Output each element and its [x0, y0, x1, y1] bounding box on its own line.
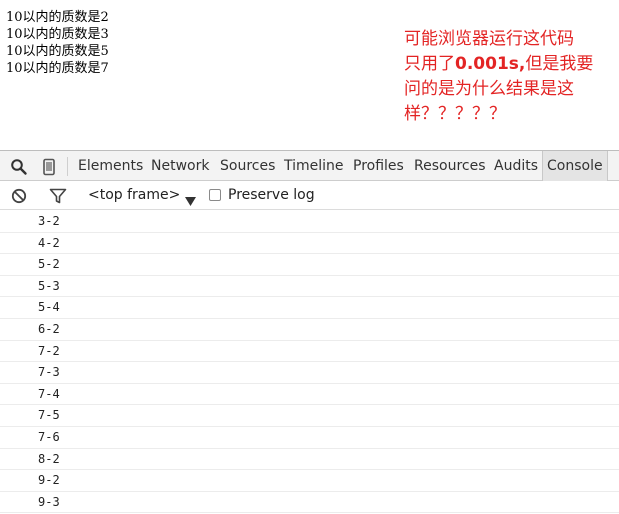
console-message: 3-2	[0, 211, 619, 233]
clear-console-icon[interactable]	[10, 187, 28, 205]
tab-console[interactable]: Console	[542, 151, 608, 181]
search-icon[interactable]	[10, 158, 28, 176]
console-message: 5-4	[0, 297, 619, 319]
output-line: 10以内的质数是5	[6, 44, 109, 59]
preserve-log-checkbox[interactable]	[209, 189, 221, 201]
console-message: 6-2	[0, 319, 619, 341]
note-line-1: 可能浏览器运行这代码	[404, 29, 574, 49]
tab-timeline[interactable]: Timeline	[284, 151, 344, 181]
note-line-2: 只用了0.001s,但是我要	[404, 52, 616, 77]
console-messages: 3-2 4-2 5-2 5-3 5-4 6-2 7-2 7-3 7-4 7-5 …	[0, 211, 619, 514]
console-message: 7-5	[0, 405, 619, 427]
output-line: 10以内的质数是7	[6, 61, 109, 76]
console-message: 7-2	[0, 341, 619, 363]
toolbar-divider	[67, 157, 68, 176]
output-line: 10以内的质数是3	[6, 27, 109, 42]
console-message: 8-2	[0, 449, 619, 471]
tab-profiles[interactable]: Profiles	[353, 151, 404, 181]
preserve-log-label[interactable]: Preserve log	[228, 181, 315, 209]
console-message: 7-6	[0, 427, 619, 449]
note-line-4: 样？？？？？	[404, 104, 506, 124]
tab-network[interactable]: Network	[151, 151, 209, 181]
console-message: 5-2	[0, 254, 619, 276]
note-line-2-bold: 0.001s,	[455, 54, 526, 74]
note-line-2-prefix: 只用了	[404, 54, 455, 74]
script-output: 10以内的质数是2 10以内的质数是3 10以内的质数是5 10以内的质数是7	[6, 9, 109, 77]
page-viewport: 10以内的质数是2 10以内的质数是3 10以内的质数是5 10以内的质数是7 …	[0, 0, 619, 150]
note-line-3: 问的是为什么结果是这	[404, 79, 574, 99]
console-filter-bar: <top frame> Preserve log	[0, 181, 619, 210]
note-line-2-suffix: 但是我要	[525, 54, 594, 74]
console-message: 7-4	[0, 384, 619, 406]
console-message: 9-3	[0, 492, 619, 514]
console-message: 4-2	[0, 233, 619, 255]
console-message: 7-3	[0, 362, 619, 384]
tab-audits[interactable]: Audits	[494, 151, 538, 181]
devtools-tab-bar: Elements Network Sources Timeline Profil…	[0, 150, 619, 181]
tab-resources[interactable]: Resources	[414, 151, 486, 181]
tab-elements[interactable]: Elements	[78, 151, 143, 181]
dropdown-arrow-icon[interactable]	[185, 191, 196, 206]
output-line: 10以内的质数是2	[6, 10, 109, 25]
frame-select[interactable]: <top frame>	[88, 181, 180, 209]
console-message: 9-2	[0, 470, 619, 492]
devtools-panel: Elements Network Sources Timeline Profil…	[0, 150, 619, 514]
device-mode-icon[interactable]	[40, 158, 58, 176]
tab-sources[interactable]: Sources	[220, 151, 275, 181]
filter-icon[interactable]	[49, 187, 67, 205]
console-message: 5-3	[0, 276, 619, 298]
annotation-note: 可能浏览器运行这代码 只用了0.001s,但是我要 问的是为什么结果是这 样？？…	[404, 27, 616, 127]
